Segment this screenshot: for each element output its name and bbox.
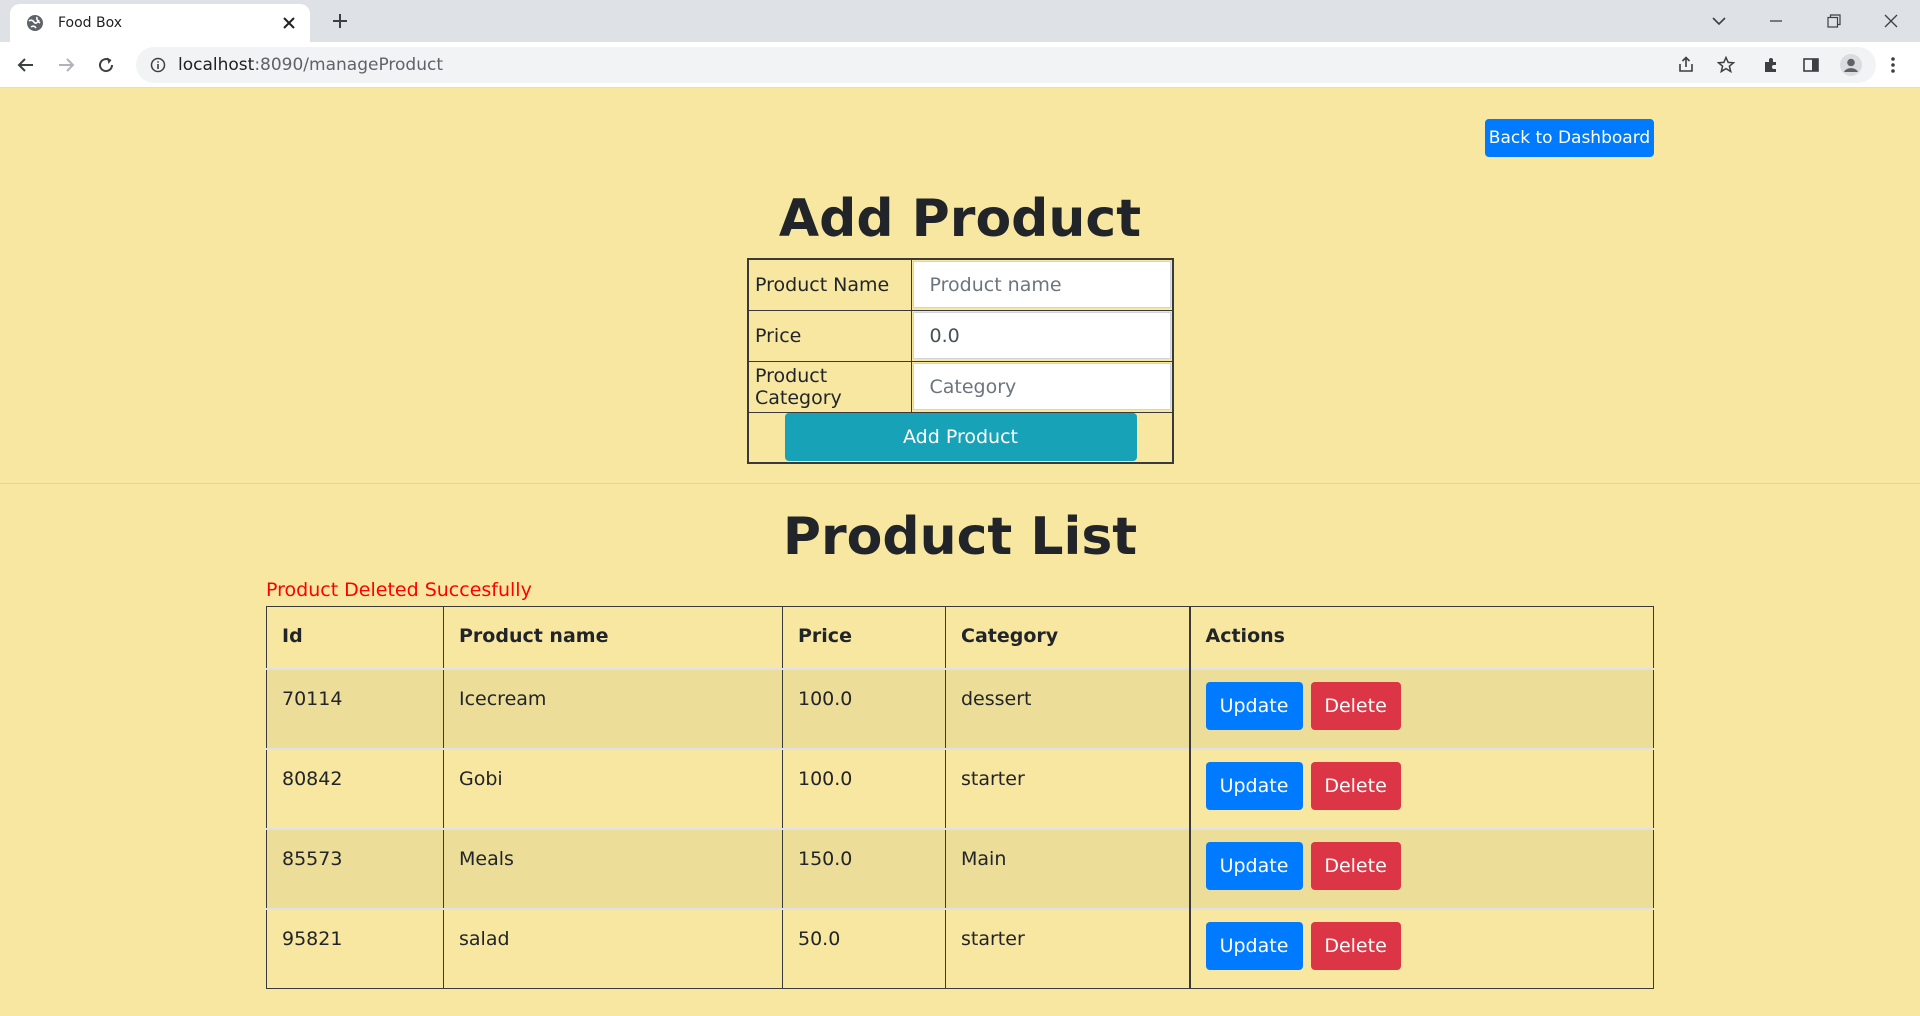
update-button[interactable]: Update: [1205, 681, 1303, 730]
cell-product-name: Meals: [443, 827, 783, 909]
table-row: 85573 Meals 150.0 Main Update Delete: [266, 827, 1654, 909]
add-product-heading: Add Product: [778, 189, 1142, 249]
browser-tabstrip: Food Box: [0, 0, 1920, 42]
url-text: localhost:8090/manageProduct: [178, 55, 443, 75]
tab-title: Food Box: [58, 15, 123, 31]
product-table: Id Product name Price Category Actions 7…: [266, 606, 1654, 989]
extensions-puzzle-icon[interactable]: [1757, 51, 1785, 79]
back-arrow-icon[interactable]: [12, 51, 40, 79]
cell-id: 95821: [266, 907, 444, 988]
bookmark-star-icon[interactable]: [1712, 51, 1740, 79]
cell-actions: Update Delete: [1188, 907, 1654, 988]
column-header-id: Id: [266, 606, 444, 669]
more-menu-icon[interactable]: [1879, 51, 1907, 79]
browser-tab[interactable]: Food Box: [10, 4, 310, 42]
price-label: Price: [747, 309, 912, 362]
price-input[interactable]: [912, 312, 1171, 359]
close-window-icon[interactable]: [1867, 0, 1915, 42]
product-list-heading: Product List: [782, 507, 1138, 567]
product-name-label: Product Name: [747, 258, 912, 311]
status-message: Product Deleted Succesfully: [266, 579, 532, 601]
column-header-price: Price: [782, 606, 946, 669]
page-content: Back to Dashboard Add Product Product Na…: [0, 89, 1920, 1016]
product-category-label: Product Category: [747, 360, 912, 413]
cell-product-name: Gobi: [443, 747, 783, 829]
section-divider: [0, 483, 1920, 484]
column-header-category: Category: [945, 606, 1190, 669]
site-info-icon[interactable]: [148, 55, 168, 75]
minimize-icon[interactable]: [1752, 0, 1800, 42]
add-product-form: Product Name Price Product Category Add …: [747, 258, 1174, 464]
profile-avatar-icon[interactable]: [1837, 51, 1865, 79]
column-header-actions: Actions: [1188, 606, 1654, 669]
cell-actions: Update Delete: [1188, 827, 1654, 909]
delete-button[interactable]: Delete: [1310, 921, 1401, 970]
delete-button[interactable]: Delete: [1310, 681, 1401, 730]
cell-price: 50.0: [782, 907, 946, 988]
cell-category: dessert: [945, 667, 1190, 749]
url-host: localhost: [178, 55, 255, 75]
add-product-button[interactable]: Add Product: [784, 413, 1137, 462]
cell-category: starter: [945, 907, 1190, 988]
cell-actions: Update Delete: [1188, 667, 1654, 749]
back-to-dashboard-button[interactable]: Back to Dashboard: [1485, 119, 1654, 157]
cell-price: 100.0: [782, 667, 946, 749]
cell-category: starter: [945, 747, 1190, 829]
table-row: 80842 Gobi 100.0 starter Update Delete: [266, 747, 1654, 829]
update-button[interactable]: Update: [1205, 761, 1303, 810]
update-button[interactable]: Update: [1205, 841, 1303, 890]
reload-icon[interactable]: [92, 51, 120, 79]
cell-product-name: Icecream: [443, 667, 783, 749]
close-tab-icon[interactable]: [282, 13, 296, 33]
table-header-row: Id Product name Price Category Actions: [266, 606, 1654, 669]
table-row: 70114 Icecream 100.0 dessert Update Dele…: [266, 667, 1654, 749]
tab-search-chevron-icon[interactable]: [1695, 0, 1743, 42]
cell-price: 100.0: [782, 747, 946, 829]
cell-actions: Update Delete: [1188, 747, 1654, 829]
cell-product-name: salad: [443, 907, 783, 988]
browser-toolbar: localhost:8090/manageProduct: [0, 42, 1920, 88]
table-row: 95821 salad 50.0 starter Update Delete: [266, 907, 1654, 988]
restore-icon[interactable]: [1810, 0, 1858, 42]
product-category-input[interactable]: [912, 363, 1171, 410]
column-header-product-name: Product name: [443, 606, 783, 669]
url-path: :8090/manageProduct: [254, 55, 443, 75]
cell-id: 70114: [266, 667, 444, 749]
cell-category: Main: [945, 827, 1190, 909]
delete-button[interactable]: Delete: [1310, 761, 1401, 810]
side-panel-icon[interactable]: [1797, 51, 1825, 79]
cell-id: 80842: [266, 747, 444, 829]
share-icon[interactable]: [1672, 51, 1700, 79]
update-button[interactable]: Update: [1205, 921, 1303, 970]
product-name-input[interactable]: [912, 261, 1171, 309]
cell-price: 150.0: [782, 827, 946, 909]
forward-arrow-icon[interactable]: [52, 51, 80, 79]
address-bar[interactable]: localhost:8090/manageProduct: [136, 47, 1876, 83]
cell-id: 85573: [266, 827, 444, 909]
delete-button[interactable]: Delete: [1310, 841, 1401, 890]
globe-icon: [26, 14, 44, 32]
new-tab-plus-icon[interactable]: [326, 7, 354, 35]
